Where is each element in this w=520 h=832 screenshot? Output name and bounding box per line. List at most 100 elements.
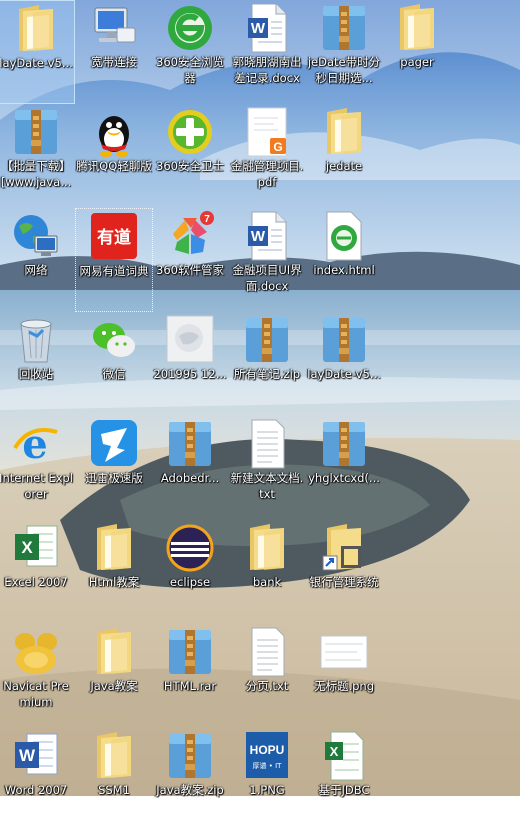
network-icon: [9, 210, 63, 262]
archive-icon: [317, 314, 371, 366]
desktop-icon-label: 微信: [102, 367, 126, 381]
folder-icon: [87, 626, 141, 678]
desktop-icon-excel-2007[interactable]: X Excel 2007: [0, 520, 75, 624]
desktop-icon-label: 所有笔记.zip: [233, 367, 301, 381]
desktop-icon-jdbc[interactable]: X 基于JDBC: [305, 728, 383, 832]
youdao-icon: 有道: [87, 211, 141, 263]
desktop-icon-wechat-17[interactable]: 微信: [75, 312, 153, 416]
desktop-icon-txt[interactable]: 分页.txt: [228, 624, 306, 728]
desktop-icon-ui-docx[interactable]: W 金融项目UI界面.docx: [228, 208, 306, 312]
desktop-icon-label: HTML.rar: [163, 679, 217, 693]
desktop-icon-jedate[interactable]: jedate: [305, 104, 383, 208]
eclipse-icon: [163, 522, 217, 574]
desktop-icon-label: 宽带连接: [91, 55, 137, 69]
notification-badge: 7: [200, 211, 214, 225]
desktop-icon-laydate-v5[interactable]: layDate-v5...: [0, 0, 75, 104]
png-file-icon: [317, 626, 371, 678]
desktop-icon-label: yhglxtcxd(...: [308, 471, 380, 485]
desktop-icon-360[interactable]: 360安全卫士: [151, 104, 229, 208]
folder-icon: [9, 3, 63, 55]
desktop-icon-word-2007[interactable]: W Word 2007: [0, 728, 75, 832]
svg-text:X: X: [330, 744, 339, 759]
archive-icon: [317, 418, 371, 470]
desktop-icon-label: 回收站: [18, 367, 54, 381]
desktop-icon-label: 郭晓朋湖南出差记录.docx: [232, 55, 302, 85]
network-connection-icon: [87, 2, 141, 54]
html-file-icon: [317, 210, 371, 262]
svg-text:W: W: [251, 228, 266, 245]
desktop-icon-www-java[interactable]: 【批量下载】[www.java...: [0, 104, 75, 208]
folder-icon: [390, 2, 444, 54]
desktop-icon-index-html[interactable]: index.html: [305, 208, 383, 312]
desktop-icon-label: Adobedr...: [160, 471, 220, 485]
desktop-icon-label: jedate: [325, 159, 363, 173]
desktop-icon-label: 201995 12...: [153, 367, 227, 381]
archive-icon: [240, 314, 294, 366]
desktop-icon-label: bank: [252, 575, 282, 589]
desktop-icon-html-rar[interactable]: HTML.rar: [151, 624, 229, 728]
hopu-image-icon: HOPU 厚谱 • IT: [240, 730, 294, 782]
desktop-icon-zip[interactable]: 所有笔记.zip: [228, 312, 306, 416]
desktop-icon-pager[interactable]: pager: [378, 0, 456, 104]
desktop-icon-network-connection-1[interactable]: 宽带连接: [75, 0, 153, 104]
desktop-icon-html[interactable]: Html教案: [75, 520, 153, 624]
ie-icon: e: [9, 418, 63, 470]
desktop-icon-pdf[interactable]: G 金融管理项目.pdf: [228, 104, 306, 208]
desktop-icon-qq[interactable]: 腾讯QQ轻聊版: [75, 104, 153, 208]
text-file-icon: [240, 626, 294, 678]
svg-text:7: 7: [204, 214, 210, 225]
pdf-icon: G: [240, 106, 294, 158]
desktop-icon-label: eclipse: [169, 575, 211, 589]
desktop-icon-label: 360安全浏览器: [156, 55, 224, 85]
desktop-icon-label: 网络: [24, 263, 48, 277]
desktop-icon-laydate-v5[interactable]: layDate-v5...: [305, 312, 383, 416]
desktop-icon-navicat-premium[interactable]: Navicat Premium: [0, 624, 75, 728]
wechat-icon: [87, 314, 141, 366]
desktop-icon-jedate[interactable]: jeDate带时分秒日期选...: [305, 0, 383, 104]
word-app-icon: W: [9, 730, 63, 782]
desktop-icon-label: 金融项目UI界面.docx: [232, 263, 302, 293]
desktop-icon-ssm1[interactable]: SSM1: [75, 728, 153, 832]
hopu-logo-text: HOPU: [250, 743, 285, 757]
desktop-icon-label: 无标题.png: [313, 679, 375, 693]
security-360-icon: [163, 106, 217, 158]
desktop-icon-network-11[interactable]: 网络: [0, 208, 75, 312]
folder-shortcut-icon: [317, 522, 371, 574]
desktop-icon-txt[interactable]: 新建文本文档.txt: [228, 416, 306, 520]
desktop-icon-docx[interactable]: W 郭晓朋湖南出差记录.docx: [228, 0, 306, 104]
desktop-icon-label: 腾讯QQ轻聊版: [76, 159, 152, 173]
desktop-icon-bank[interactable]: bank: [228, 520, 306, 624]
desktop-icon-label: 360安全卫士: [156, 159, 224, 173]
desktop-icon-label: 网易有道词典: [79, 264, 149, 278]
hopu-logo-subtext: 厚谱 • IT: [253, 761, 283, 770]
desktop-icon-201995-12[interactable]: 201995 12...: [151, 312, 229, 416]
desktop-icon-label: Html教案: [88, 575, 140, 589]
desktop-icon-adobedr[interactable]: Adobedr...: [151, 416, 229, 520]
desktop-icon-eclipse[interactable]: eclipse: [151, 520, 229, 624]
software-manager-icon: 7: [163, 210, 217, 262]
desktop-icon-360[interactable]: 360安全浏览器: [151, 0, 229, 104]
desktop-icon-thunder-22[interactable]: 迅雷极速版: [75, 416, 153, 520]
desktop-icon-label: Excel 2007: [4, 575, 68, 589]
desktop-icon-yhglxtcxd[interactable]: yhglxtcxd(...: [305, 416, 383, 520]
desktop-icon-java[interactable]: Java教案: [75, 624, 153, 728]
desktop-icon-label: Java教案: [90, 679, 138, 693]
desktop-icon-label: jeDate带时分秒日期选...: [307, 55, 381, 85]
desktop-icon-java-zip[interactable]: Java教案.zip: [151, 728, 229, 832]
desktop-icon-recycle-bin-16[interactable]: 回收站: [0, 312, 75, 416]
desktop-icon-png[interactable]: 无标题.png: [305, 624, 383, 728]
desktop-icon-internet-explorer[interactable]: e Internet Explorer: [0, 416, 75, 520]
desktop-icon-1-png[interactable]: HOPU 厚谱 • IT 1.PNG: [228, 728, 306, 832]
folder-icon: [87, 730, 141, 782]
archive-icon: [163, 418, 217, 470]
navicat-icon: [9, 626, 63, 678]
desktop-icon-youdao-12[interactable]: 有道 网易有道词典: [75, 208, 153, 312]
excel-file-icon: X: [317, 730, 371, 782]
thunder-icon: [87, 418, 141, 470]
image-thumb-icon: [163, 314, 217, 366]
desktop-icon-360[interactable]: 7 360软件管家: [151, 208, 229, 312]
desktop-icon-folder-shortcut-30[interactable]: 银行管理系统: [305, 520, 383, 624]
svg-text:G: G: [273, 140, 282, 154]
desktop-icon-label: 新建文本文档.txt: [230, 471, 304, 501]
folder-icon: [240, 522, 294, 574]
